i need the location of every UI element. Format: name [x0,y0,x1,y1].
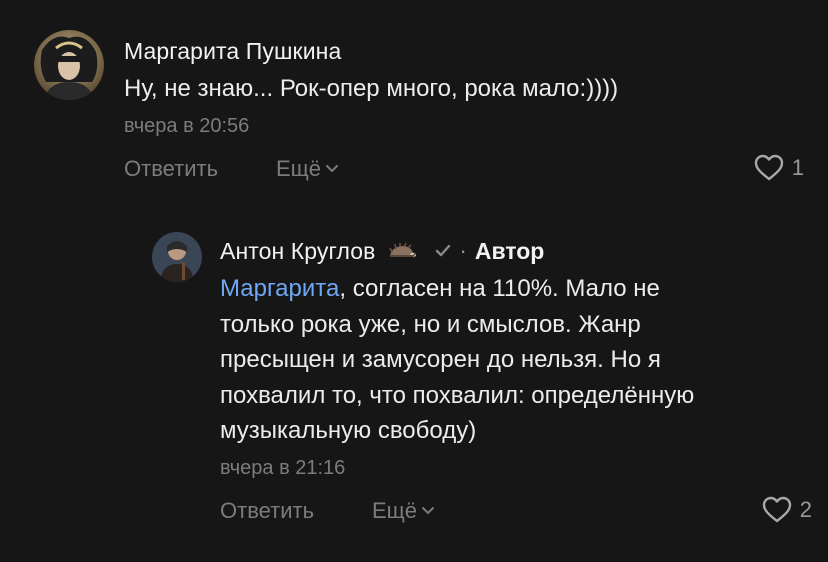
more-button[interactable]: Ещё [276,156,339,182]
avatar[interactable] [152,232,202,282]
more-label: Ещё [372,497,418,523]
comment-actions: Ответить Ещё 2 [220,496,812,528]
verified-check-icon [435,244,450,257]
separator: · [459,238,467,263]
like-button[interactable]: 1 [754,154,804,182]
timestamp[interactable]: вчера в 20:56 [124,115,804,138]
avatar[interactable] [34,30,104,100]
heart-icon [754,154,783,180]
heart-icon [762,496,791,522]
reply-button[interactable]: Ответить [124,156,218,182]
like-button[interactable]: 2 [762,496,812,524]
reply-button[interactable]: Ответить [220,498,314,524]
hedgehog-icon [388,242,416,258]
chevron-down-icon [326,164,339,172]
like-count: 2 [799,496,812,522]
more-label: Ещё [276,155,322,181]
author-name[interactable]: Маргарита Пушкина [124,38,341,65]
text-line: музыкальную свободу) [220,417,477,444]
text-line: , согласен на 110%. Мало не [339,275,660,302]
mention-link[interactable]: Маргарита [220,275,339,302]
author-badge: Автор [474,237,545,264]
text-line: только рока уже, но и смыслов. Жанр [220,310,641,338]
comment-text: Ну, не знаю... Рок-опер много, рока мало… [124,75,619,102]
timestamp[interactable]: вчера в 21:16 [220,457,812,480]
author-name[interactable]: Антон Круглов [220,238,376,265]
text-line: похвалил то, что похвалил: определённую [220,381,695,409]
more-button[interactable]: Ещё [372,498,435,524]
comment-actions: Ответить Ещё 1 [124,154,804,186]
like-count: 1 [791,154,804,180]
text-line: пресыщен и замусорен до нельзя. Но я [220,346,661,373]
comment-text: Маргарита, согласен на 110%. Мало не тол… [220,271,812,449]
chevron-down-icon [422,506,435,514]
